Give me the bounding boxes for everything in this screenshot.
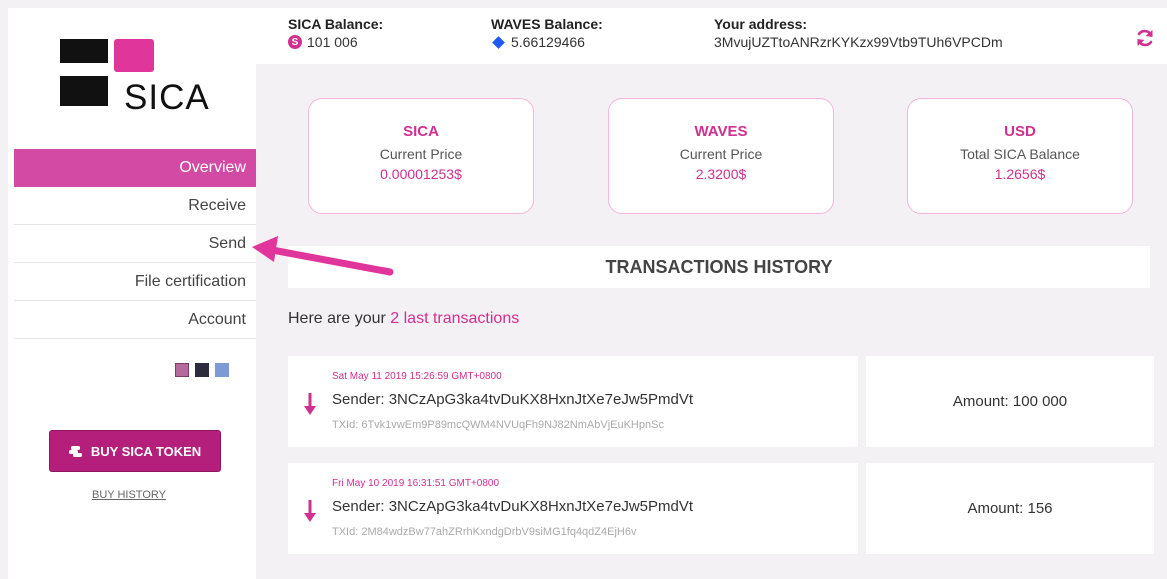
coins-icon <box>68 446 82 457</box>
transaction-date: Fri May 10 2019 16:31:51 GMT+0800 <box>332 478 500 489</box>
card-value: 0.00001253$ <box>380 166 462 182</box>
transaction-sender: Sender: 3NCzApG3ka4tvDuKX8HxnJtXe7eJw5Pm… <box>332 498 694 515</box>
card-value: 1.2656$ <box>994 166 1046 182</box>
annotation-arrow-icon <box>252 236 394 276</box>
logo-pink-square-icon <box>114 39 154 72</box>
address-value[interactable]: 3MvujUZTtoANRzrKYKzx99Vtb9TUh6VPCDm <box>714 34 1003 50</box>
transaction-row[interactable]: Sat May 11 2019 15:26:59 GMT+0800 Sender… <box>288 356 858 447</box>
card-title: SICA <box>403 123 439 140</box>
sica-price-card: SICA Current Price 0.00001253$ <box>308 98 534 214</box>
transactions-history-heading: TRANSACTIONS HISTORY <box>288 246 1150 288</box>
theme-swatch-dark[interactable] <box>195 363 209 377</box>
sidebar-item-account[interactable]: Account <box>14 301 256 339</box>
sidebar-item-send[interactable]: Send <box>14 225 256 263</box>
transaction-date: Sat May 11 2019 15:26:59 GMT+0800 <box>332 371 502 382</box>
logo-black-square-icon <box>60 39 108 63</box>
arrow-down-icon <box>304 393 316 415</box>
card-subtitle: Current Price <box>679 146 763 162</box>
balances-bar: SICA Balance: S 101 006 WAVES Balance: 5… <box>256 8 1167 64</box>
transaction-id: TXId: 2M84wdzBw77ahZRrhKxndgDrbV9siMG1fq… <box>332 526 637 538</box>
transactions-count-link[interactable]: 2 last transactions <box>390 310 519 327</box>
card-title: WAVES <box>694 123 748 140</box>
sidebar-item-file-certification[interactable]: File certification <box>14 263 256 301</box>
arrow-down-icon <box>304 500 316 522</box>
usd-balance-card: USD Total SICA Balance 1.2656$ <box>907 98 1133 214</box>
sidebar-item-overview[interactable]: Overview <box>14 149 256 187</box>
waves-diamond-icon <box>492 35 505 49</box>
waves-balance-label: WAVES Balance: <box>491 16 603 32</box>
theme-swatches <box>175 363 235 382</box>
refresh-icon[interactable] <box>1135 28 1155 48</box>
logo-wordmark: SICA <box>124 78 210 117</box>
waves-price-card: WAVES Current Price 2.3200$ <box>608 98 834 214</box>
card-subtitle: Current Price <box>379 146 463 162</box>
address-label: Your address: <box>714 16 808 32</box>
transaction-amount: Amount: 100 000 <box>866 356 1154 447</box>
sidebar-nav: Overview Receive Send File certification… <box>14 149 256 339</box>
waves-balance: WAVES Balance: 5.66129466 <box>491 16 603 50</box>
sidebar-item-receive[interactable]: Receive <box>14 187 256 225</box>
sica-balance-label: SICA Balance: <box>288 16 384 32</box>
sica-balance-value: 101 006 <box>307 34 358 50</box>
transaction-id: TXId: 6Tvk1vwEm9P89mcQWM4NVUqFh9NJ82NmAb… <box>332 419 664 431</box>
sica-balance: SICA Balance: S 101 006 <box>288 16 383 50</box>
sica-logo[interactable]: SICA <box>58 36 218 117</box>
your-address: Your address: 3MvujUZTtoANRzrKYKzx99Vtb9… <box>714 16 1003 50</box>
buy-sica-token-label: BUY SICA TOKEN <box>90 443 202 459</box>
buy-sica-token-button[interactable]: BUY SICA TOKEN <box>49 430 221 472</box>
logo-black-block-icon <box>60 76 108 106</box>
card-value: 2.3200$ <box>695 166 747 182</box>
buy-history-link[interactable]: BUY HISTORY <box>92 489 166 501</box>
card-title: USD <box>1004 123 1036 140</box>
transactions-intro-prefix: Here are your <box>288 310 391 327</box>
transaction-sender: Sender: 3NCzApG3ka4tvDuKX8HxnJtXe7eJw5Pm… <box>332 391 694 408</box>
sidebar: SICA Overview Receive Send File certific… <box>8 8 256 579</box>
theme-swatch-mauve[interactable] <box>175 363 189 377</box>
transactions-intro: Here are your 2 last transactions <box>288 310 519 328</box>
waves-balance-value: 5.66129466 <box>511 34 585 50</box>
card-subtitle: Total SICA Balance <box>960 146 1080 162</box>
transaction-row[interactable]: Fri May 10 2019 16:31:51 GMT+0800 Sender… <box>288 463 858 554</box>
transaction-amount: Amount: 156 <box>866 463 1154 554</box>
sica-coin-icon: S <box>288 35 302 49</box>
theme-swatch-blue[interactable] <box>215 363 229 377</box>
